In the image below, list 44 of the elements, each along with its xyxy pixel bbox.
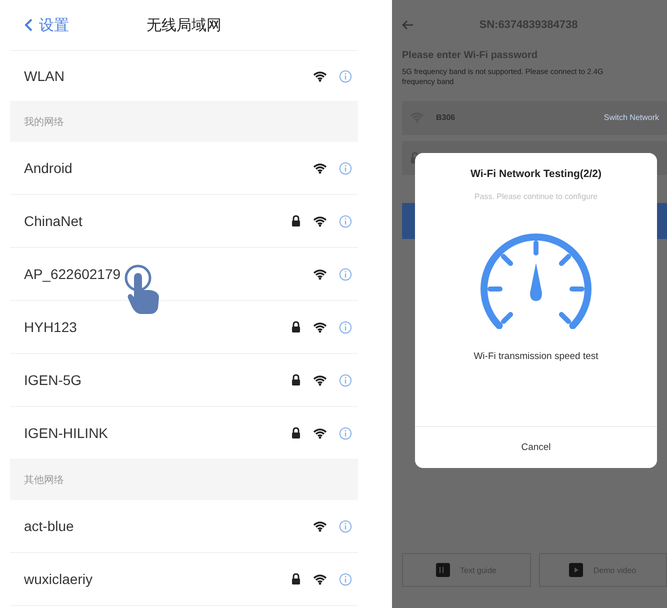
lock-icon xyxy=(291,374,301,386)
wifi-icon xyxy=(313,574,327,584)
section-header: 我的网络 xyxy=(24,116,64,129)
lock-icon xyxy=(291,215,301,227)
network-name[interactable]: wuxiclaeriy xyxy=(24,571,291,587)
network-name[interactable]: IGEN-HILINK xyxy=(24,425,291,441)
lock-icon xyxy=(291,573,301,585)
switch-network-link[interactable]: Switch Network xyxy=(604,113,659,122)
info-icon[interactable] xyxy=(339,268,352,280)
wlan-label: WLAN xyxy=(24,68,66,84)
back-arrow-icon[interactable] xyxy=(402,20,414,30)
lock-icon xyxy=(291,427,301,439)
info-icon[interactable] xyxy=(339,426,352,440)
back-button[interactable]: 设置 xyxy=(10,16,69,34)
info-icon[interactable] xyxy=(339,162,352,174)
wifi-icon xyxy=(313,428,327,438)
wifi-icon xyxy=(313,322,327,332)
network-name[interactable]: HYH123 xyxy=(24,319,291,335)
dialog-caption: Wi-Fi transmission speed test xyxy=(474,351,598,362)
chevron-left-icon xyxy=(24,18,33,32)
dialog-title: Wi-Fi Network Testing(2/2) xyxy=(470,168,602,180)
network-name[interactable]: ChinaNet xyxy=(24,213,291,229)
network-name[interactable]: IGEN-5G xyxy=(24,372,291,388)
info-icon[interactable] xyxy=(339,374,352,386)
play-icon xyxy=(569,563,584,577)
screen-title: 无线局域网 xyxy=(146,16,222,34)
wifi-icon xyxy=(313,520,327,532)
cancel-button[interactable]: Cancel xyxy=(415,426,657,468)
info-icon[interactable] xyxy=(339,520,352,532)
network-name[interactable]: act-blue xyxy=(24,518,313,534)
info-icon[interactable] xyxy=(339,214,352,228)
wifi-icon xyxy=(313,268,327,280)
info-icon[interactable] xyxy=(339,320,352,334)
network-name[interactable]: AP_622602179 xyxy=(24,266,313,282)
section-header: 其他网络 xyxy=(24,474,64,487)
wifi-icon xyxy=(313,162,327,174)
wifi-icon xyxy=(313,70,327,82)
wifi-icon xyxy=(313,216,327,226)
wifi-icon xyxy=(313,374,327,386)
info-icon[interactable] xyxy=(339,572,352,586)
info-icon[interactable] xyxy=(339,70,352,82)
dialog-subtitle: Pass. Please continue to configure xyxy=(474,192,598,201)
network-name[interactable]: Android xyxy=(24,160,313,176)
lock-icon xyxy=(291,321,301,333)
